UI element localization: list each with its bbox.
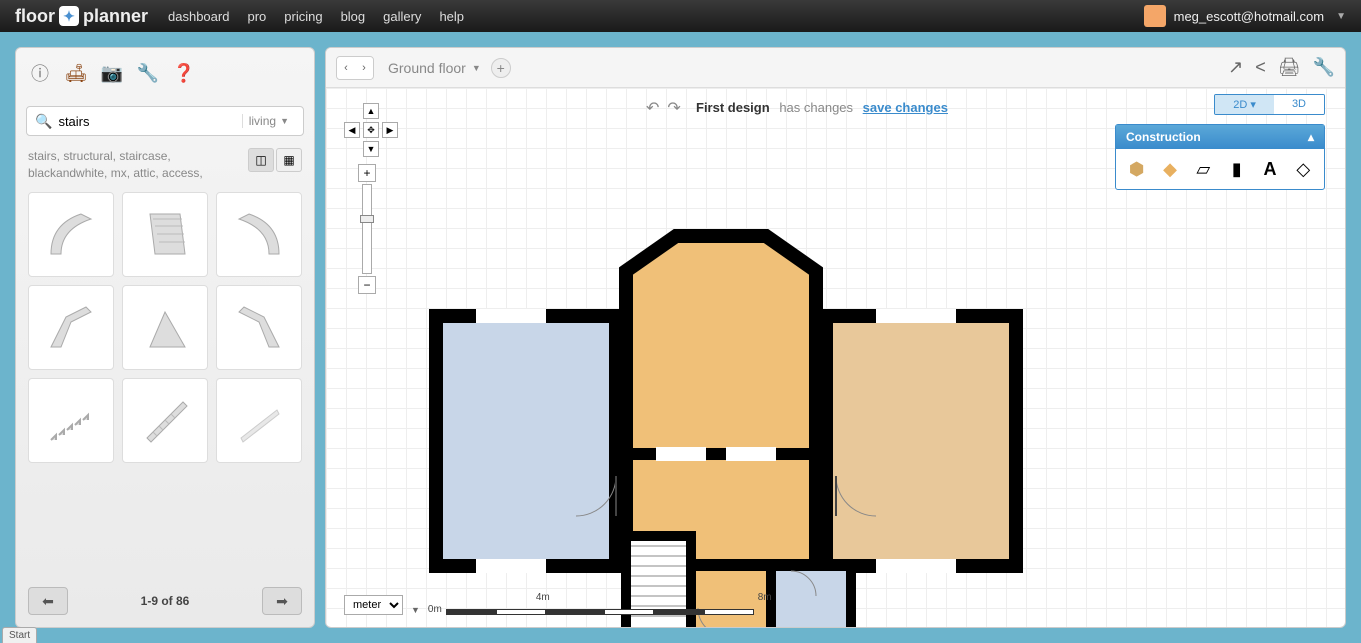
camera-icon[interactable]: 📷 xyxy=(98,59,126,87)
zoom-control: + − xyxy=(358,164,376,296)
text-tool[interactable]: A xyxy=(1256,155,1284,183)
canvas[interactable]: ↶ ↷ First design has changes save change… xyxy=(326,88,1345,627)
view-3d-button[interactable]: 3D xyxy=(1274,95,1324,114)
export-icon[interactable]: ↗ xyxy=(1228,57,1243,78)
user-email: meg_escott@hotmail.com xyxy=(1174,9,1324,24)
logo[interactable]: floor ✦ planner xyxy=(15,6,148,27)
pan-right-button[interactable]: ▶ xyxy=(382,122,398,138)
stair-item-1[interactable] xyxy=(28,192,114,277)
pager-text: 1-9 of 86 xyxy=(141,594,190,608)
furniture-icon[interactable]: 🛋 xyxy=(62,59,90,87)
construction-panel: Construction ▴ ⬢ ◆ ▱ ▮ A ◇ xyxy=(1115,124,1325,190)
pager: ⬅ 1-9 of 86 ➡ xyxy=(16,575,314,627)
app-header: floor ✦ planner dashboard pro pricing bl… xyxy=(0,0,1361,32)
stair-item-6[interactable] xyxy=(216,285,302,370)
logo-text-right: planner xyxy=(83,6,148,27)
user-menu[interactable]: meg_escott@hotmail.com ▼ xyxy=(1144,5,1346,27)
floor-selector[interactable]: Ground floor ▼ xyxy=(388,60,481,76)
room-tool[interactable]: ⬢ xyxy=(1123,155,1151,183)
search-input[interactable] xyxy=(58,114,237,129)
chevron-down-icon: ▼ xyxy=(472,63,481,73)
pan-control: ▲ ▼ ◀ ▶ ✥ xyxy=(344,103,398,157)
nav-help[interactable]: help xyxy=(439,9,464,24)
pan-up-button[interactable]: ▲ xyxy=(363,103,379,119)
floor-tool[interactable]: ◆ xyxy=(1156,155,1184,183)
nav-blog[interactable]: blog xyxy=(341,9,366,24)
design-name: First design xyxy=(696,100,770,115)
zoom-in-button[interactable]: + xyxy=(358,164,376,182)
canvas-toolbar: ‹ › Ground floor ▼ + ↗ < 🖨 🔧 xyxy=(326,48,1345,88)
settings-icon[interactable]: 🔧 xyxy=(1313,57,1335,78)
help-icon[interactable]: ❓ xyxy=(170,59,198,87)
items-grid xyxy=(16,192,314,575)
wall-tool[interactable]: ▱ xyxy=(1189,155,1217,183)
stair-item-7[interactable] xyxy=(28,378,114,463)
zoom-slider[interactable] xyxy=(362,184,372,274)
stair-item-9[interactable] xyxy=(216,378,302,463)
design-status: First design has changes save changes xyxy=(696,100,948,115)
pan-center-button[interactable]: ✥ xyxy=(363,122,379,138)
search-tags: stairs, structural, staircase, blackandw… xyxy=(28,148,248,182)
search-filter[interactable]: living ▼ xyxy=(242,114,295,128)
view-2d-button[interactable]: 2D ▾ xyxy=(1215,95,1274,114)
redo-icon[interactable]: ↷ xyxy=(667,98,680,118)
pan-left-button[interactable]: ◀ xyxy=(344,122,360,138)
construction-header[interactable]: Construction ▴ xyxy=(1116,125,1324,149)
nav-pro[interactable]: pro xyxy=(247,9,266,24)
zoom-out-button[interactable]: − xyxy=(358,276,376,294)
stair-item-5[interactable] xyxy=(122,285,208,370)
print-icon[interactable]: 🖨 xyxy=(1278,57,1301,78)
pager-prev-button[interactable]: ⬅ xyxy=(28,587,68,615)
tools-icon[interactable]: 🔧 xyxy=(134,59,162,87)
view-3d-button[interactable]: ◫ xyxy=(248,148,274,172)
floor-plan[interactable] xyxy=(416,176,1036,628)
view-grid-button[interactable]: ▦ xyxy=(276,148,302,172)
logo-text-left: floor xyxy=(15,6,55,27)
chevron-down-icon: ▼ xyxy=(411,605,420,615)
canvas-area: ‹ › Ground floor ▼ + ↗ < 🖨 🔧 ↶ ↷ First xyxy=(325,47,1346,628)
collapse-icon: ▴ xyxy=(1308,130,1314,144)
start-tab[interactable]: Start xyxy=(2,627,37,643)
stair-item-2[interactable] xyxy=(122,192,208,277)
stair-item-3[interactable] xyxy=(216,192,302,277)
sidebar-toolbar: ⓘ 🛋 📷 🔧 ❓ xyxy=(16,48,314,98)
view-toggle: 2D ▾ 3D xyxy=(1214,94,1325,115)
search-box: 🔍 living ▼ xyxy=(26,106,304,136)
pager-next-button[interactable]: ➡ xyxy=(262,587,302,615)
add-floor-button[interactable]: + xyxy=(491,58,511,78)
avatar xyxy=(1144,5,1166,27)
scale-bar: meter ▼ 0m 4m 8m xyxy=(344,595,776,615)
next-floor-button[interactable]: › xyxy=(355,57,373,79)
logo-icon: ✦ xyxy=(59,6,79,26)
surface-tool[interactable]: ◇ xyxy=(1289,155,1317,183)
save-changes-link[interactable]: save changes xyxy=(863,100,948,115)
sidebar: ⓘ 🛋 📷 🔧 ❓ 🔍 living ▼ stairs, structural,… xyxy=(15,47,315,628)
door-tool[interactable]: ▮ xyxy=(1223,155,1251,183)
changes-text: has changes xyxy=(779,100,853,115)
info-icon[interactable]: ⓘ xyxy=(26,59,54,87)
pan-down-button[interactable]: ▼ xyxy=(363,141,379,157)
stair-item-4[interactable] xyxy=(28,285,114,370)
nav-gallery[interactable]: gallery xyxy=(383,9,421,24)
undo-icon[interactable]: ↶ xyxy=(646,98,659,118)
stair-item-8[interactable] xyxy=(122,378,208,463)
nav-pricing[interactable]: pricing xyxy=(284,9,322,24)
share-icon[interactable]: < xyxy=(1255,57,1266,78)
unit-select[interactable]: meter xyxy=(344,595,403,615)
chevron-down-icon: ▼ xyxy=(1336,11,1346,22)
search-icon: 🔍 xyxy=(35,113,52,130)
chevron-down-icon: ▼ xyxy=(280,116,289,126)
nav-dashboard[interactable]: dashboard xyxy=(168,9,229,24)
nav-links: dashboard pro pricing blog gallery help xyxy=(168,9,464,24)
prev-floor-button[interactable]: ‹ xyxy=(337,57,355,79)
